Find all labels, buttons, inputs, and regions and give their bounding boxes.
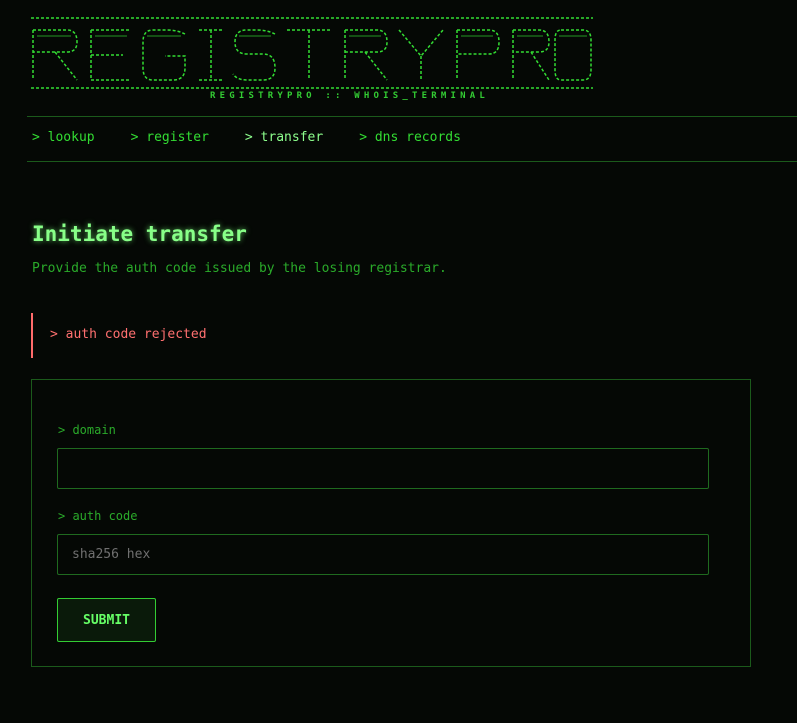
main-nav: > lookup > register > transfer > dns rec… [32,130,497,148]
nav-item-dns-records[interactable]: > dns records [359,130,461,148]
divider-top [27,116,797,117]
tagline: REGISTRYPRO :: WHOIS_TERMINAL [210,91,489,101]
domain-input[interactable] [57,448,709,489]
divider-bottom [27,161,797,162]
error-message: > auth code rejected [50,327,207,342]
transfer-form: > domain > auth code SUBMIT [31,379,751,667]
nav-item-register[interactable]: > register [131,130,209,148]
submit-button[interactable]: SUBMIT [57,598,156,642]
auth-code-input[interactable] [57,534,709,575]
error-alert: > auth code rejected [31,313,283,358]
ascii-banner-logo [27,12,597,92]
nav-item-transfer[interactable]: > transfer [245,130,323,148]
page-subtitle: Provide the auth code issued by the losi… [32,261,447,276]
auth-code-label: > auth code [58,509,138,523]
domain-label: > domain [58,423,116,437]
page-title: Initiate transfer [32,222,247,246]
nav-item-lookup[interactable]: > lookup [32,130,95,148]
ascii-logo-graphic [31,17,593,89]
